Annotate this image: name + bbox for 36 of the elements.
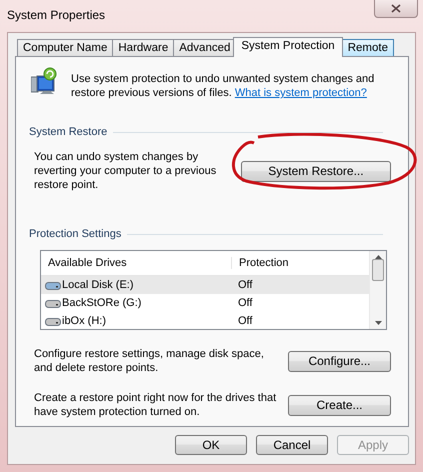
drive-icon — [45, 280, 61, 290]
tab[interactable]: System Protection — [233, 37, 343, 57]
drive-row[interactable]: Local Disk (E:) Off — [41, 276, 369, 294]
dialog-button[interactable]: OK — [175, 435, 247, 455]
drive-icon — [45, 316, 61, 326]
protection-status: Off — [237, 315, 252, 327]
window-title: System Properties — [7, 8, 106, 22]
tab[interactable]: Remote — [342, 39, 394, 56]
column-header[interactable]: Available Drives — [41, 257, 231, 269]
section-heading: Protection Settings — [29, 228, 122, 240]
create-text: Create a restore point right now for the drives that have system protection turned on. — [34, 391, 278, 419]
computer-shield-icon — [31, 67, 57, 95]
scroll-down-icon[interactable] — [374, 321, 382, 325]
tab[interactable]: Computer Name — [17, 39, 114, 56]
drive-name: Local Disk (E:) — [62, 279, 134, 291]
configure-text: Configure restore settings, manage disk space, and delete restore points. — [34, 347, 265, 375]
system-restore-button[interactable]: System Restore... — [240, 160, 391, 182]
dialog-button[interactable]: Cancel — [256, 435, 328, 455]
protection-status: Off — [237, 297, 252, 309]
restore-text: You can undo system changes by reverting your computer to a previous restore point. — [34, 150, 218, 192]
drive-name: BackStORe (G:) — [62, 297, 142, 309]
help-link[interactable]: What is system protection? — [234, 87, 367, 99]
protection-status: Off — [237, 279, 252, 291]
drive-icon — [45, 298, 61, 308]
tab[interactable]: Hardware — [112, 39, 174, 56]
close-button[interactable] — [374, 0, 418, 18]
intro-text: Use system protection to undo unwanted system changes and restore previous versions of files. What is system protection? — [71, 72, 376, 100]
configure-button[interactable]: Configure... — [288, 350, 391, 372]
scroll-thumb[interactable] — [372, 259, 384, 281]
section-heading: System Restore — [29, 126, 108, 138]
scrollbar[interactable] — [369, 251, 386, 329]
drive-row[interactable]: ibOx (H:) Off — [41, 312, 369, 329]
create-button[interactable]: Create... — [288, 394, 391, 416]
drive-name: ibOx (H:) — [62, 315, 106, 327]
drive-row[interactable]: BackStORe (G:) Off — [41, 294, 369, 312]
close-icon — [391, 4, 401, 13]
